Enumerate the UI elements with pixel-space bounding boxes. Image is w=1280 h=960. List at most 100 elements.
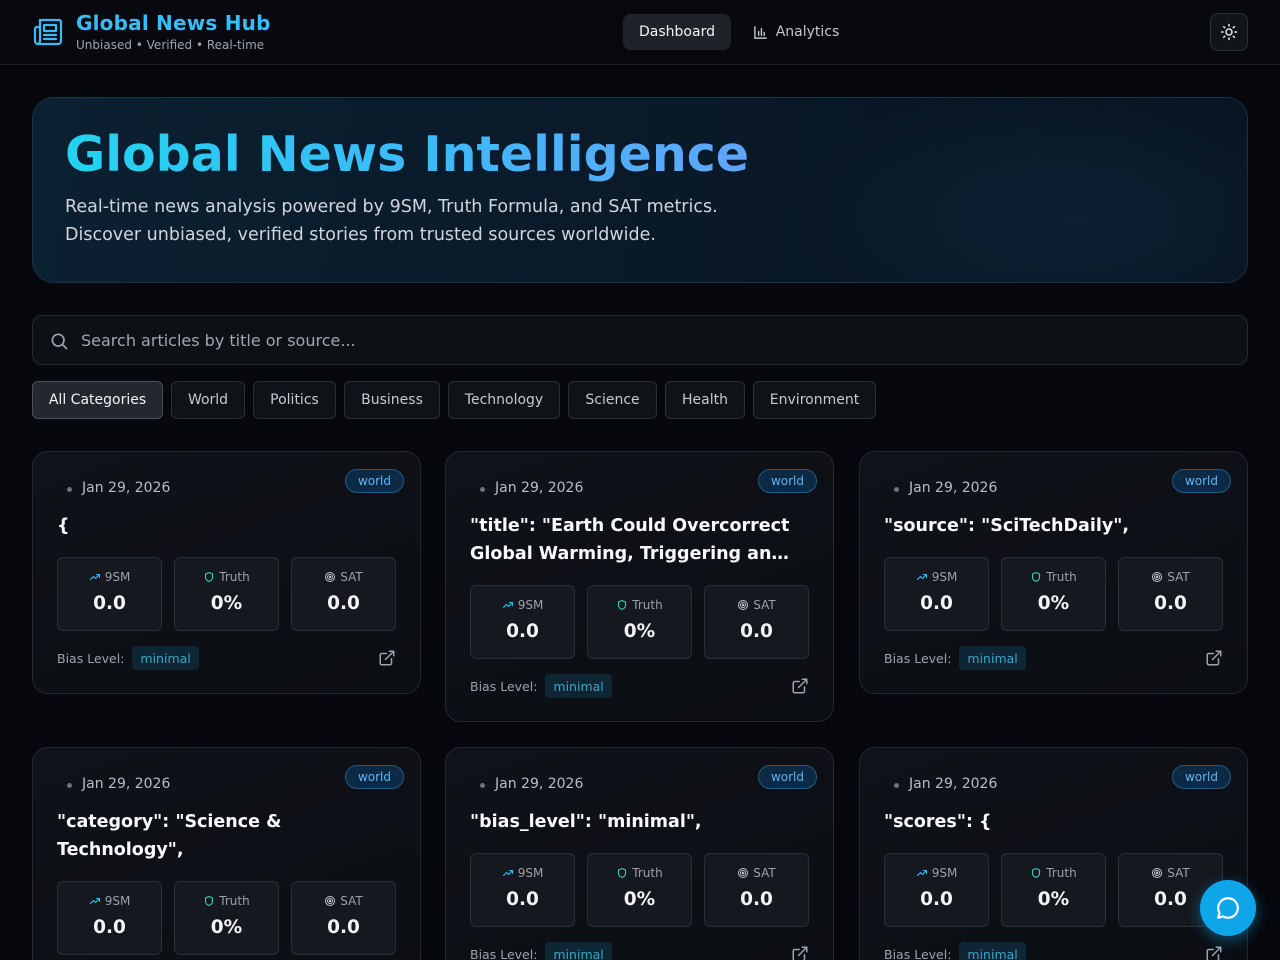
article-card[interactable]: Jan 29, 2026 world "category": "Science … — [32, 747, 421, 960]
bias-row: Bias Level: minimal — [470, 674, 612, 698]
metric-truth: Truth 0% — [587, 585, 692, 659]
metric-value: 0.0 — [506, 889, 539, 910]
date-bullet — [480, 783, 485, 788]
shield-icon — [1032, 571, 1041, 583]
bias-label: Bias Level: — [57, 650, 125, 666]
category-all[interactable]: All Categories — [32, 381, 163, 419]
trending-up-icon — [916, 869, 927, 877]
trending-up-icon — [916, 573, 927, 581]
category-politics[interactable]: Politics — [253, 381, 336, 419]
article-card[interactable]: Jan 29, 2026 world "bias_level": "minima… — [445, 747, 834, 960]
article-title[interactable]: "category": "Science & Technology", — [57, 808, 397, 864]
metric-truth: Truth 0% — [587, 853, 692, 927]
category-business[interactable]: Business — [344, 381, 440, 419]
article-date: Jan 29, 2026 — [909, 776, 998, 792]
metric-value: 0% — [623, 889, 656, 910]
metric-value: 0.0 — [327, 917, 360, 938]
bias-label: Bias Level: — [884, 946, 952, 960]
article-title[interactable]: { — [57, 512, 397, 540]
article-date: Jan 29, 2026 — [495, 480, 584, 496]
shield-icon — [1032, 867, 1041, 879]
metric-label: 9SM — [931, 866, 958, 880]
search-input[interactable] — [81, 316, 1231, 364]
bias-row: Bias Level: minimal — [57, 646, 199, 670]
metric-value: 0.0 — [327, 593, 360, 614]
bias-level-chip: minimal — [545, 674, 612, 698]
hero-description-line-1: Real-time news analysis powered by 9SM, … — [65, 197, 718, 217]
article-date: Jan 29, 2026 — [495, 776, 584, 792]
metrics-row: 9SM 0.0 Truth 0% SAT 0.0 — [57, 881, 396, 955]
article-title[interactable]: "source": "SciTechDaily", — [884, 512, 1224, 540]
metric-value: 0% — [1037, 889, 1070, 910]
external-link-icon[interactable] — [791, 945, 809, 960]
nav-dashboard-button[interactable]: Dashboard — [623, 14, 731, 50]
bias-label: Bias Level: — [470, 678, 538, 694]
hero-description-line-2: Discover unbiased, verified stories from… — [65, 225, 656, 245]
date-bullet — [480, 487, 485, 492]
external-link-icon[interactable] — [378, 649, 396, 667]
category-science[interactable]: Science — [568, 381, 657, 419]
metric-sat: SAT 0.0 — [704, 585, 809, 659]
nav-analytics-label: Analytics — [775, 24, 840, 40]
metric-label: 9SM — [517, 866, 544, 880]
target-icon — [738, 600, 749, 610]
metric-label: SAT — [753, 598, 776, 612]
metric-sat: SAT 0.0 — [1118, 557, 1223, 631]
article-card[interactable]: Jan 29, 2026 world "scores": { 9SM 0.0 T… — [859, 747, 1248, 960]
date-bullet — [67, 487, 72, 492]
sun-icon — [1220, 23, 1238, 41]
category-badge: world — [757, 765, 817, 789]
article-title[interactable]: "scores": { — [884, 808, 1224, 836]
nav-analytics-button[interactable]: Analytics — [740, 14, 852, 50]
metric-label: SAT — [753, 866, 776, 880]
search-icon — [51, 333, 68, 350]
article-card[interactable]: Jan 29, 2026 world { 9SM 0.0 Truth 0% SA… — [32, 451, 421, 694]
external-link-icon[interactable] — [1205, 649, 1223, 667]
category-technology[interactable]: Technology — [448, 381, 560, 419]
bias-level-chip: minimal — [132, 646, 199, 670]
shield-icon — [618, 599, 627, 611]
category-environment[interactable]: Environment — [753, 381, 876, 419]
category-badge: world — [1171, 765, 1231, 789]
metric-value: 0.0 — [920, 593, 953, 614]
metric-truth: Truth 0% — [1001, 853, 1106, 927]
metric-label: SAT — [340, 570, 363, 584]
metric-value: 0% — [623, 621, 656, 642]
category-badge: world — [1171, 469, 1231, 493]
metric-value: 0% — [1037, 593, 1070, 614]
theme-toggle-button[interactable] — [1210, 13, 1248, 51]
brand-title[interactable]: Global News Hub — [76, 11, 271, 35]
shield-icon — [618, 867, 627, 879]
article-card[interactable]: Jan 29, 2026 world "title": "Earth Could… — [445, 451, 834, 722]
metric-label: Truth — [219, 894, 250, 908]
article-card[interactable]: Jan 29, 2026 world "source": "SciTechDai… — [859, 451, 1248, 694]
metric-label: 9SM — [517, 598, 544, 612]
article-title[interactable]: "bias_level": "minimal", — [470, 808, 810, 836]
metric-value: 0.0 — [93, 593, 126, 614]
nav-dashboard-label: Dashboard — [639, 24, 715, 40]
shield-icon — [205, 895, 214, 907]
date-bullet — [894, 783, 899, 788]
external-link-icon[interactable] — [791, 677, 809, 695]
category-health[interactable]: Health — [665, 381, 745, 419]
chat-button[interactable] — [1200, 880, 1256, 936]
metrics-row: 9SM 0.0 Truth 0% SAT 0.0 — [470, 853, 809, 927]
bias-row: Bias Level: minimal — [470, 942, 612, 960]
metric-label: Truth — [1046, 866, 1077, 880]
category-badge: world — [344, 765, 404, 789]
metric-value: 0.0 — [1154, 593, 1187, 614]
category-world[interactable]: World — [171, 381, 245, 419]
newspaper-icon[interactable] — [32, 15, 64, 47]
metric-value: 0.0 — [740, 621, 773, 642]
trending-up-icon — [502, 869, 513, 877]
metric-label: Truth — [632, 598, 663, 612]
external-link-icon[interactable] — [1205, 945, 1223, 960]
article-date: Jan 29, 2026 — [82, 480, 171, 496]
metric-value: 0.0 — [920, 889, 953, 910]
metrics-row: 9SM 0.0 Truth 0% SAT 0.0 — [57, 557, 396, 631]
trending-up-icon — [502, 601, 513, 609]
article-title[interactable]: "title": "Earth Could Overcorrect Global… — [470, 512, 810, 568]
hero-title: Global News Intelligence — [65, 126, 750, 183]
search-bar — [32, 315, 1248, 365]
trending-up-icon — [89, 573, 100, 581]
